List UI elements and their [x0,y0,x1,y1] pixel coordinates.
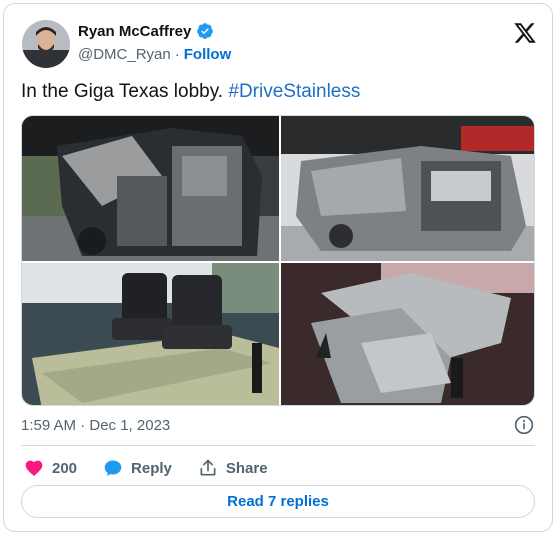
avatar-image [22,20,70,68]
x-logo-icon[interactable] [513,21,537,45]
tweet-timestamp[interactable]: 1:59 AM · Dec 1, 2023 [21,417,170,434]
reply-label: Reply [131,459,172,477]
media-photo-3[interactable] [22,263,279,405]
follow-button[interactable]: Follow [184,46,232,63]
media-grid [21,115,535,406]
author-handle[interactable]: @DMC_Ryan [78,46,171,63]
tweet-text: In the Giga Texas lobby. #DriveStainless [21,81,360,103]
share-label: Share [225,459,268,477]
reply-button[interactable]: Reply [103,458,172,478]
share-button[interactable]: Share [198,458,268,478]
action-bar: 200 Reply Share [24,458,294,478]
like-count: 200 [52,459,78,477]
info-icon[interactable] [514,415,534,435]
tweet-card: Ryan McCaffrey @DMC_Ryan · Follow In the… [3,3,553,532]
handle-separator: · [174,46,180,63]
heart-icon [25,460,43,476]
hashtag-link[interactable]: #DriveStainless [228,81,360,102]
read-replies-button[interactable]: Read 7 replies [21,485,535,518]
reply-icon [104,460,122,476]
media-photo-1[interactable] [22,116,279,261]
verified-badge-icon [197,23,214,39]
divider [21,445,535,446]
author-display-name[interactable]: Ryan McCaffrey [78,23,191,40]
share-icon [200,459,216,476]
media-photo-2[interactable] [281,116,534,261]
like-button[interactable]: 200 [24,458,77,478]
avatar[interactable] [22,20,70,68]
media-photo-4[interactable] [281,263,534,405]
tweet-body: In the Giga Texas lobby. [21,81,224,102]
